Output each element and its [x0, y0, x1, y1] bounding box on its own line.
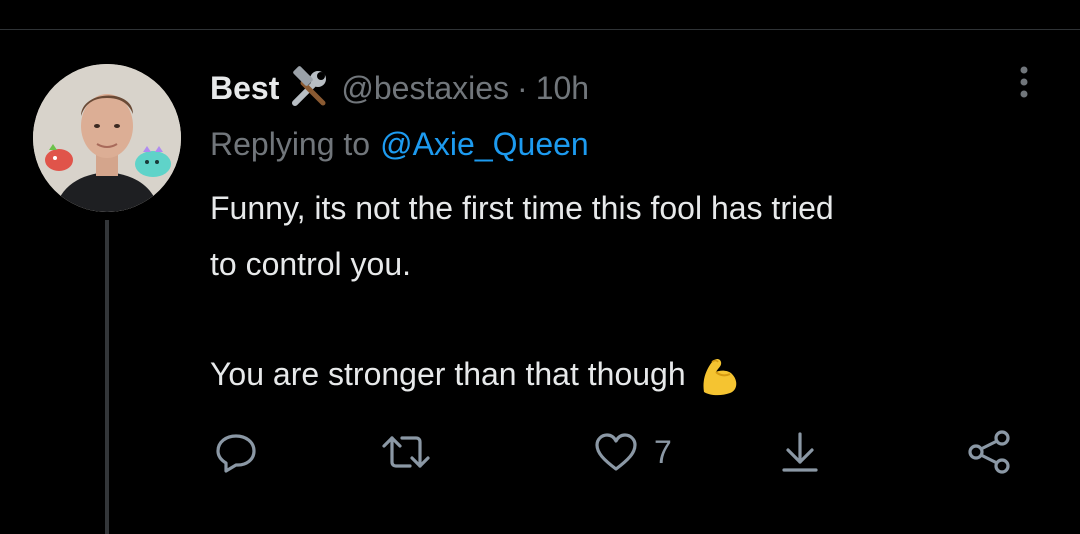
replying-to-handle-link[interactable]: @Axie_Queen	[380, 126, 589, 163]
tweet-text-line-3: You are stronger than that though	[210, 352, 742, 396]
top-divider	[0, 29, 1080, 30]
tweet-text-line-2: to control you.	[210, 246, 411, 282]
tweet-actions: 7	[0, 420, 1080, 480]
hammer-and-wrench-icon	[287, 65, 333, 111]
replying-to: Replying to @Axie_Queen	[210, 122, 589, 166]
tweet-time[interactable]: 10h	[536, 70, 589, 107]
like-count: 7	[654, 433, 672, 470]
tweet-text-line-3-text: You are stronger than that though	[210, 356, 686, 392]
reply-icon	[212, 428, 260, 476]
tweet-text-line-1: Funny, its not the first time this fool …	[210, 190, 834, 226]
bookmark-download-icon	[776, 428, 824, 476]
thread-line	[105, 220, 109, 534]
more-options-icon[interactable]	[1012, 62, 1036, 102]
retweet-button[interactable]	[380, 428, 432, 476]
retweet-icon	[380, 428, 432, 476]
share-button[interactable]	[966, 428, 1014, 476]
bookmark-download-button[interactable]	[776, 428, 824, 476]
author-name[interactable]: Best	[210, 70, 279, 107]
avatar[interactable]	[33, 64, 181, 212]
replying-to-label: Replying to	[210, 125, 371, 162]
like-icon	[592, 428, 640, 476]
flexed-biceps-icon	[698, 352, 742, 396]
tweet-header: Best @bestaxies · 10h	[210, 64, 589, 112]
avatar-image	[33, 64, 181, 212]
separator-dot: ·	[517, 69, 528, 106]
share-icon	[966, 428, 1014, 476]
author-handle[interactable]: @bestaxies	[341, 70, 509, 107]
reply-button[interactable]	[212, 428, 260, 476]
like-button[interactable]: 7	[592, 428, 672, 476]
